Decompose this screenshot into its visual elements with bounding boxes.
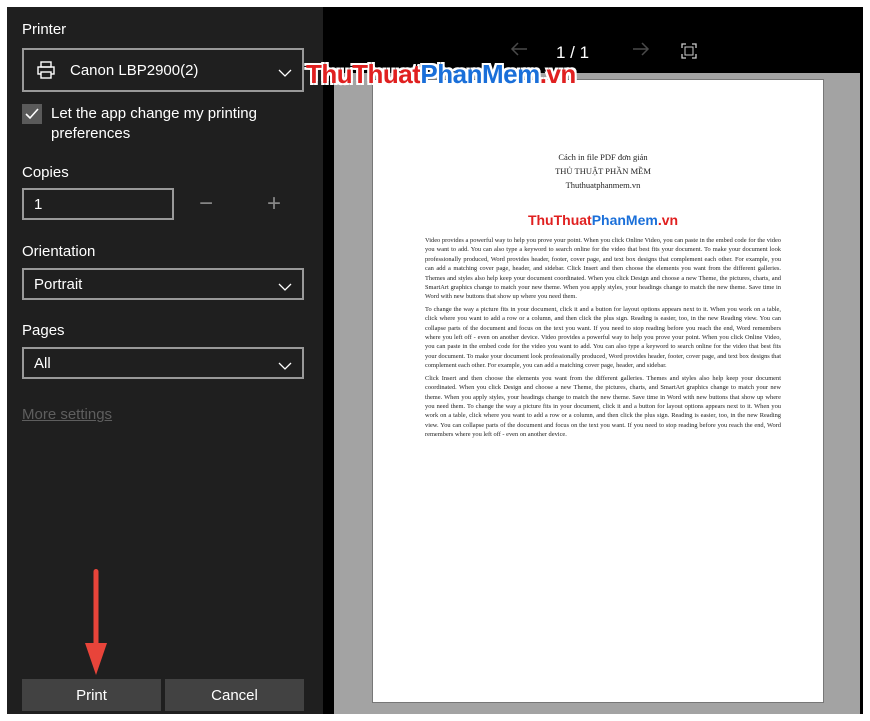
red-arrow-annotation bbox=[85, 569, 107, 675]
print-dialog: Printer Canon LBP2900(2) Let the app cha… bbox=[7, 7, 863, 714]
printer-icon bbox=[36, 60, 56, 80]
doc-brand-logo: ThuThuatPhanMem.vn bbox=[527, 212, 679, 228]
copies-increment-button[interactable]: + bbox=[258, 188, 290, 220]
fullscreen-icon[interactable] bbox=[681, 43, 697, 64]
pages-dropdown[interactable]: All bbox=[22, 347, 304, 379]
printer-dropdown[interactable]: Canon LBP2900(2) bbox=[22, 48, 304, 92]
preview-panel: 1 / 1 Cách in file PDF đơn giản THỦ THUẬ… bbox=[323, 7, 863, 714]
chevron-down-icon bbox=[278, 65, 292, 82]
preferences-checkbox-row[interactable]: Let the app change my printing preferenc… bbox=[22, 104, 271, 144]
pages-selected: All bbox=[34, 354, 51, 372]
cancel-button[interactable]: Cancel bbox=[165, 679, 304, 711]
more-settings-link[interactable]: More settings bbox=[22, 406, 112, 423]
chevron-down-icon bbox=[278, 279, 292, 296]
preferences-checkbox[interactable] bbox=[22, 104, 42, 124]
watermark-logo: ThuThuatPhanMem.vn bbox=[306, 59, 576, 89]
copies-decrement-button[interactable]: − bbox=[190, 188, 222, 220]
arrow-right-icon[interactable] bbox=[632, 41, 650, 61]
print-preview-area: Cách in file PDF đơn giản THỦ THUẬT PHẦN… bbox=[334, 73, 860, 714]
doc-paragraph: To change the way a picture fits in your… bbox=[425, 305, 781, 370]
doc-paragraph: Video provides a powerful way to help yo… bbox=[425, 237, 781, 301]
orientation-selected: Portrait bbox=[34, 275, 83, 293]
orientation-dropdown[interactable]: Portrait bbox=[22, 268, 304, 300]
preview-page: Cách in file PDF đơn giản THỦ THUẬT PHẦN… bbox=[372, 79, 824, 703]
doc-paragraph: Click Insert and then choose the element… bbox=[425, 374, 781, 439]
doc-title-line1: Cách in file PDF đơn giản bbox=[558, 152, 648, 162]
chevron-down-icon bbox=[278, 358, 292, 375]
pages-label: Pages bbox=[22, 322, 65, 339]
doc-title-line3: Thuthuatphanmem.vn bbox=[565, 180, 641, 190]
copies-label: Copies bbox=[22, 164, 69, 181]
settings-panel: Printer Canon LBP2900(2) Let the app cha… bbox=[7, 7, 323, 714]
printer-selected: Canon LBP2900(2) bbox=[70, 61, 199, 79]
copies-input[interactable]: 1 bbox=[22, 188, 174, 220]
preferences-label: Let the app change my printing preferenc… bbox=[51, 105, 257, 142]
print-button[interactable]: Print bbox=[22, 679, 161, 711]
orientation-label: Orientation bbox=[22, 243, 96, 260]
printer-label: Printer bbox=[22, 21, 67, 38]
document-content: Cách in file PDF đơn giản THỦ THUẬT PHẦN… bbox=[425, 150, 781, 443]
checkmark-icon bbox=[25, 108, 39, 120]
doc-title-line2: THỦ THUẬT PHẦN MỀM bbox=[555, 166, 651, 176]
